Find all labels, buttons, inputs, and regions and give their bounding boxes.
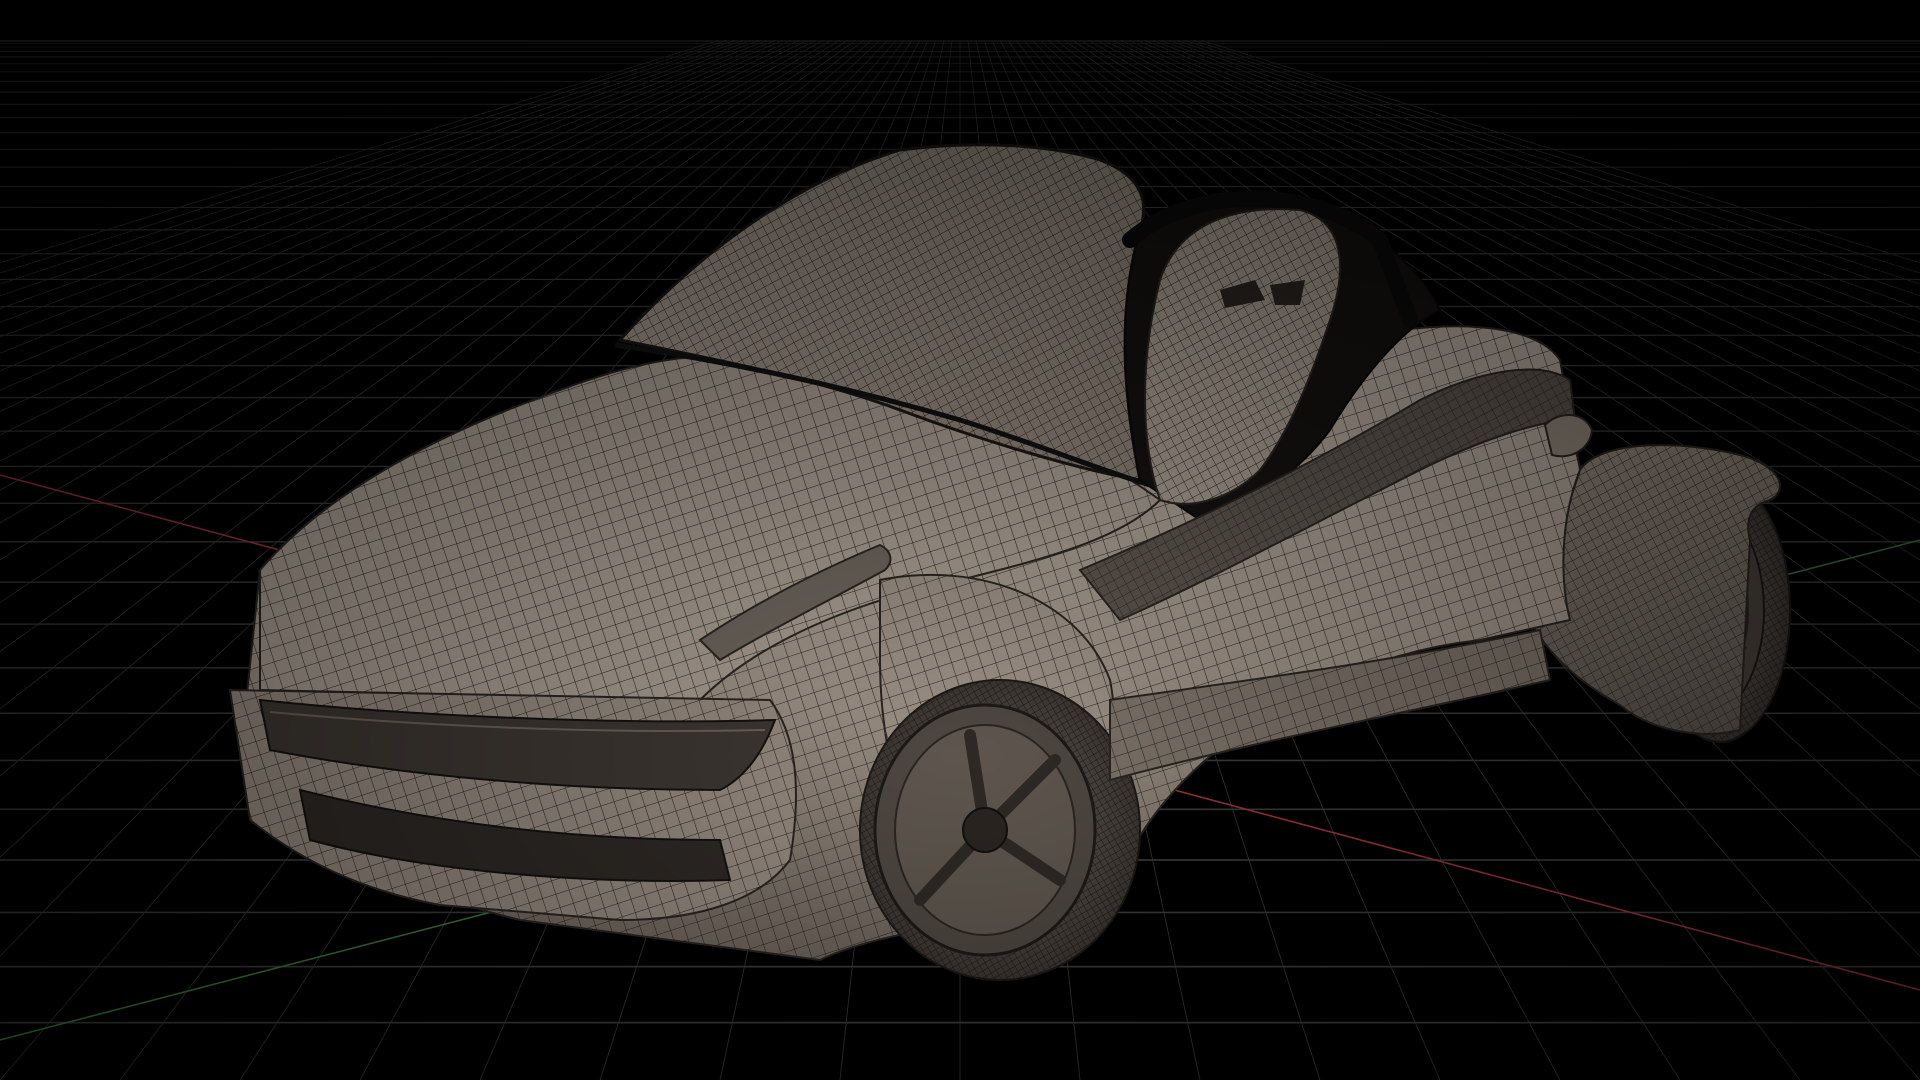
car-model[interactable] — [228, 143, 1791, 981]
scene-canvas[interactable] — [0, 0, 1920, 1080]
3d-viewport[interactable] — [0, 0, 1920, 1080]
side-mirror — [1543, 413, 1594, 458]
front-wheel[interactable] — [859, 679, 1141, 981]
